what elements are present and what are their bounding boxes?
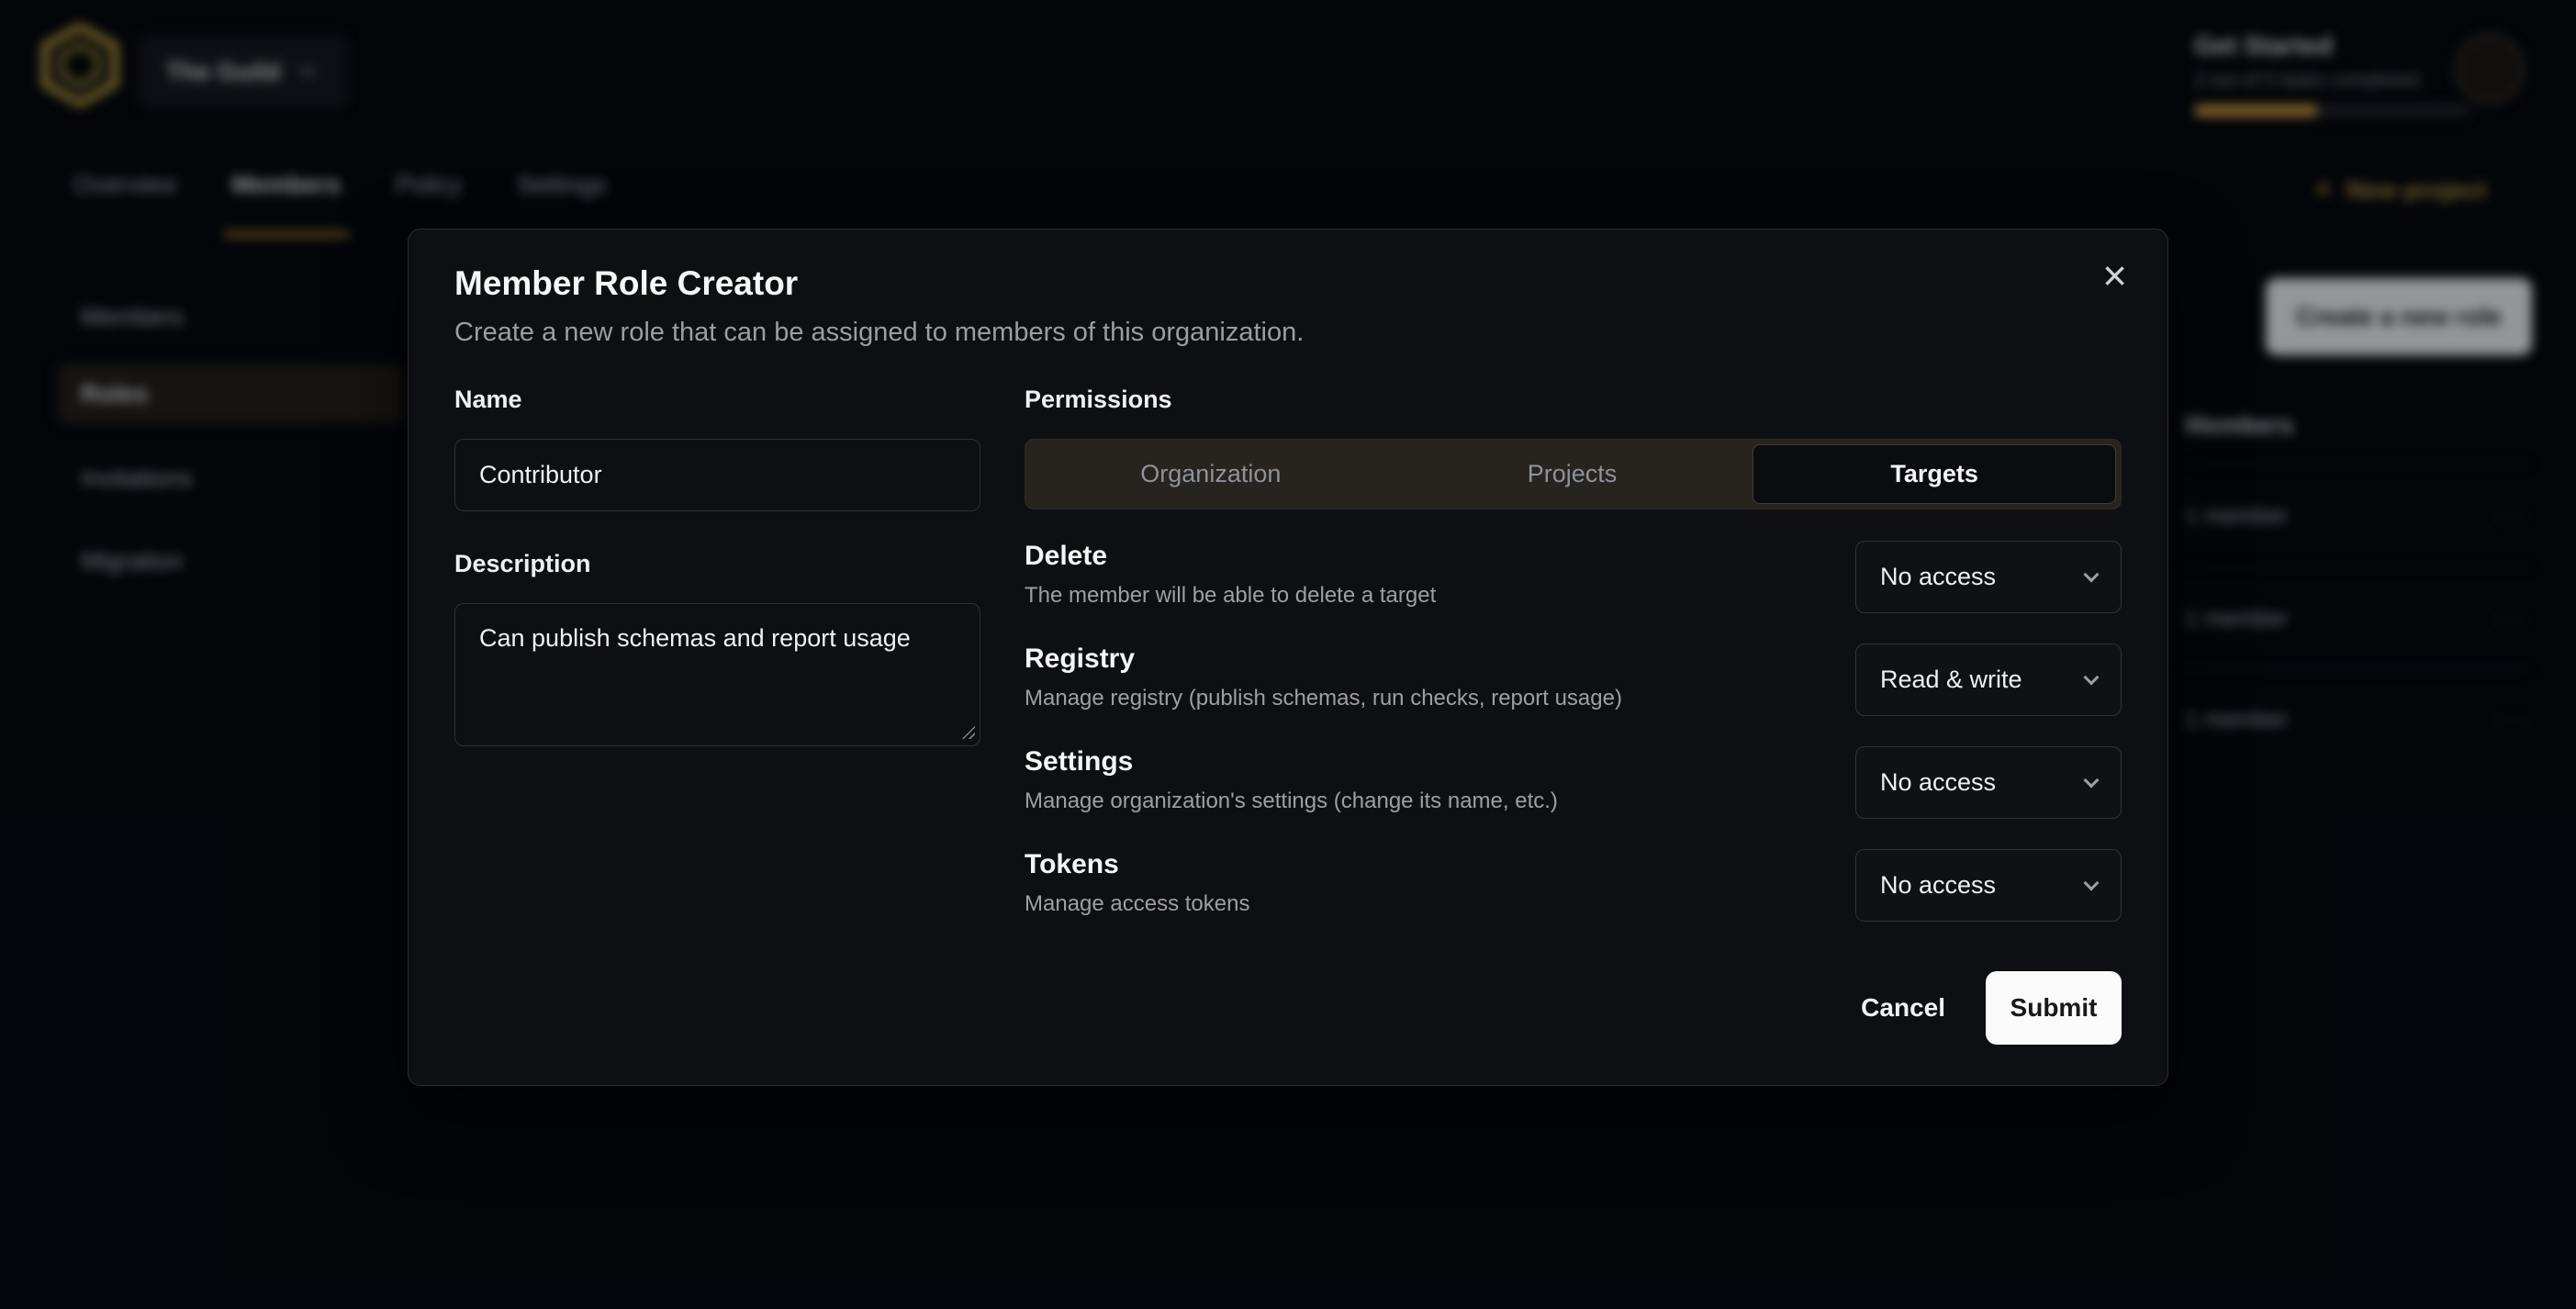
resize-handle[interactable] <box>960 724 975 739</box>
close-icon[interactable]: × <box>2097 253 2133 297</box>
chevron-down-icon <box>2084 875 2100 890</box>
select-value: No access <box>1880 768 1996 797</box>
permission-title: Settings <box>1025 746 1558 778</box>
name-label: Name <box>454 384 980 415</box>
permission-title: Registry <box>1025 643 1622 675</box>
permission-info: Tokens Manage access tokens <box>1025 849 1249 917</box>
delete-access-select[interactable]: No access <box>1855 541 2122 613</box>
permission-title: Delete <box>1025 541 1436 572</box>
member-role-creator-dialog: × Member Role Creator Create a new role … <box>408 229 2168 1086</box>
select-value: No access <box>1880 563 1996 591</box>
permission-info: Settings Manage organization's settings … <box>1025 746 1558 814</box>
permission-description: Manage organization's settings (change i… <box>1025 789 1558 814</box>
permission-description: The member will be able to delete a targ… <box>1025 583 1436 609</box>
permissions-column: Permissions Organization Projects Target… <box>1025 384 2122 952</box>
tab-targets[interactable]: Targets <box>1753 444 2116 504</box>
permission-info: Delete The member will be able to delete… <box>1025 541 1436 609</box>
name-input[interactable] <box>454 439 980 511</box>
select-value: No access <box>1880 871 1996 900</box>
dialog-title: Member Role Creator <box>454 264 798 303</box>
select-value: Read & write <box>1880 666 2022 694</box>
permission-description: Manage registry (publish schemas, run ch… <box>1025 686 1622 711</box>
tab-projects[interactable]: Projects <box>1392 444 1753 504</box>
chevron-down-icon <box>2084 566 2100 582</box>
permissions-scope-tabs: Organization Projects Targets <box>1025 439 2122 509</box>
cancel-button[interactable]: Cancel <box>1830 973 1977 1043</box>
permission-row-settings: Settings Manage organization's settings … <box>1025 746 2122 819</box>
permission-title: Tokens <box>1025 849 1249 880</box>
permission-row-registry: Registry Manage registry (publish schema… <box>1025 643 2122 716</box>
tokens-access-select[interactable]: No access <box>1855 849 2122 922</box>
description-field-wrap: Can publish schemas and report usage <box>454 603 980 746</box>
permission-row-delete: Delete The member will be able to delete… <box>1025 541 2122 613</box>
tab-organization[interactable]: Organization <box>1030 444 1392 504</box>
settings-access-select[interactable]: No access <box>1855 746 2122 819</box>
dialog-body: Name Description Can publish schemas and… <box>454 384 2122 952</box>
permission-description: Manage access tokens <box>1025 891 1249 917</box>
permission-info: Registry Manage registry (publish schema… <box>1025 643 1622 711</box>
registry-access-select[interactable]: Read & write <box>1855 643 2122 716</box>
permission-row-tokens: Tokens Manage access tokens No access <box>1025 849 2122 922</box>
dialog-subtitle: Create a new role that can be assigned t… <box>454 318 1304 348</box>
chevron-down-icon <box>2084 772 2100 788</box>
chevron-down-icon <box>2084 669 2100 685</box>
role-identity-column: Name Description Can publish schemas and… <box>454 384 980 952</box>
submit-button[interactable]: Submit <box>1986 971 2122 1045</box>
dialog-footer: Cancel Submit <box>1830 971 2122 1045</box>
permissions-label: Permissions <box>1025 384 2122 415</box>
description-textarea[interactable]: Can publish schemas and report usage <box>454 603 980 746</box>
description-label: Description <box>454 548 980 579</box>
